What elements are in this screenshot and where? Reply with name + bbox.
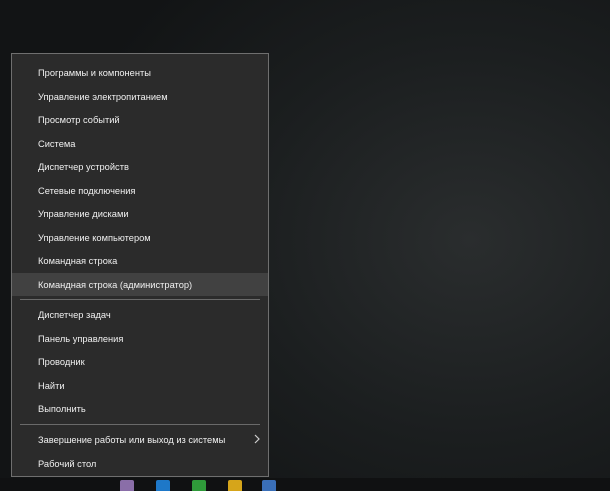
menu-item-disk-management[interactable]: Управление дисками — [12, 202, 268, 225]
taskbar-app-icon[interactable] — [156, 480, 170, 491]
taskbar-app-icon[interactable] — [262, 480, 276, 491]
menu-item-system[interactable]: Система — [12, 132, 268, 155]
menu-item-event-viewer[interactable]: Просмотр событий — [12, 108, 268, 131]
winx-context-menu: Программы и компоненты Управление электр… — [11, 53, 269, 477]
menu-item-programs-and-features[interactable]: Программы и компоненты — [12, 61, 268, 84]
menu-item-file-explorer[interactable]: Проводник — [12, 350, 268, 373]
menu-item-task-manager[interactable]: Диспетчер задач — [12, 303, 268, 326]
menu-item-computer-management[interactable]: Управление компьютером — [12, 226, 268, 249]
menu-item-command-prompt-admin[interactable]: Командная строка (администратор) — [12, 273, 268, 296]
menu-item-label: Завершение работы или выход из системы — [38, 434, 226, 445]
menu-item-network-connections[interactable]: Сетевые подключения — [12, 179, 268, 202]
taskbar — [0, 478, 610, 491]
menu-item-command-prompt[interactable]: Командная строка — [12, 249, 268, 272]
chevron-right-icon — [251, 433, 263, 445]
menu-item-power-options[interactable]: Управление электропитанием — [12, 85, 268, 108]
menu-item-search[interactable]: Найти — [12, 374, 268, 397]
menu-item-desktop[interactable]: Рабочий стол — [12, 452, 268, 475]
menu-item-shut-down-or-sign-out[interactable]: Завершение работы или выход из системы — [12, 428, 268, 451]
menu-item-run[interactable]: Выполнить — [12, 397, 268, 420]
menu-item-control-panel[interactable]: Панель управления — [12, 327, 268, 350]
menu-item-device-manager[interactable]: Диспетчер устройств — [12, 155, 268, 178]
menu-separator — [20, 299, 260, 300]
taskbar-app-icon[interactable] — [120, 480, 134, 491]
taskbar-app-icon[interactable] — [192, 480, 206, 491]
taskbar-app-icon[interactable] — [228, 480, 242, 491]
menu-separator — [20, 424, 260, 425]
